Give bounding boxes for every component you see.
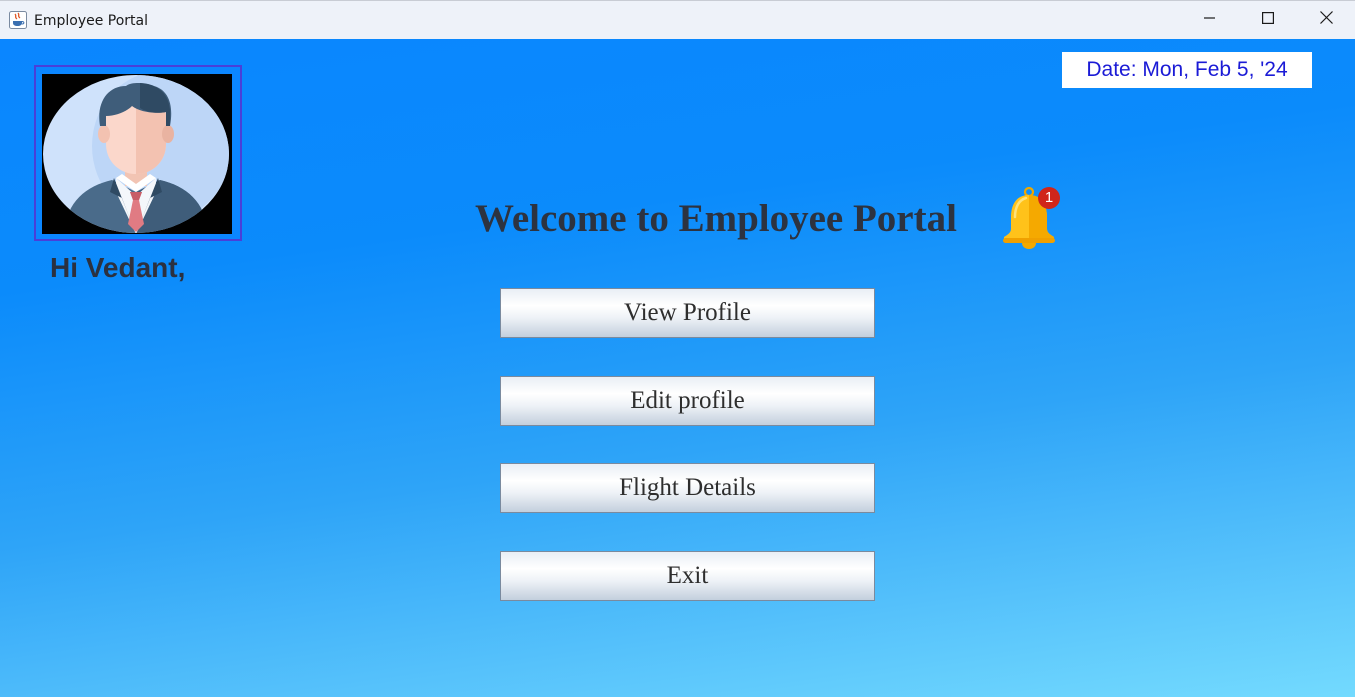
- maximize-button[interactable]: [1239, 1, 1297, 39]
- avatar: [42, 74, 232, 234]
- date-display: Date: Mon, Feb 5, '24: [1062, 52, 1312, 88]
- edit-profile-button[interactable]: Edit profile: [500, 376, 875, 426]
- bell-icon: [998, 186, 1064, 257]
- greeting-text: Hi Vedant,: [50, 252, 186, 283]
- java-app-icon: [9, 11, 27, 29]
- window-title: Employee Portal: [34, 13, 149, 29]
- close-icon: [1319, 11, 1333, 29]
- exit-button[interactable]: Exit: [500, 551, 875, 601]
- businessman-avatar-icon: [42, 75, 232, 234]
- notification-count: 1: [1044, 189, 1054, 206]
- notification-badge: 1: [1038, 187, 1060, 209]
- title-bar[interactable]: Employee Portal: [0, 0, 1355, 39]
- employee-portal-window: Employee Portal Hi Vedant, Date: Mon, Fe…: [0, 0, 1355, 697]
- flight-details-button[interactable]: Flight Details: [500, 463, 875, 513]
- date-text: Date: Mon, Feb 5, '24: [1086, 58, 1288, 81]
- close-button[interactable]: [1297, 1, 1355, 39]
- minimize-icon: [1204, 11, 1216, 29]
- minimize-button[interactable]: [1181, 1, 1239, 39]
- avatar-frame: [34, 65, 242, 241]
- portal-content: Hi Vedant, Date: Mon, Feb 5, '24 Welcome…: [0, 39, 1355, 697]
- maximize-icon: [1262, 11, 1275, 29]
- notification-bell-button[interactable]: 1: [998, 185, 1064, 253]
- view-profile-button[interactable]: View Profile: [500, 288, 875, 338]
- page-title: Welcome to Employee Portal: [475, 197, 957, 240]
